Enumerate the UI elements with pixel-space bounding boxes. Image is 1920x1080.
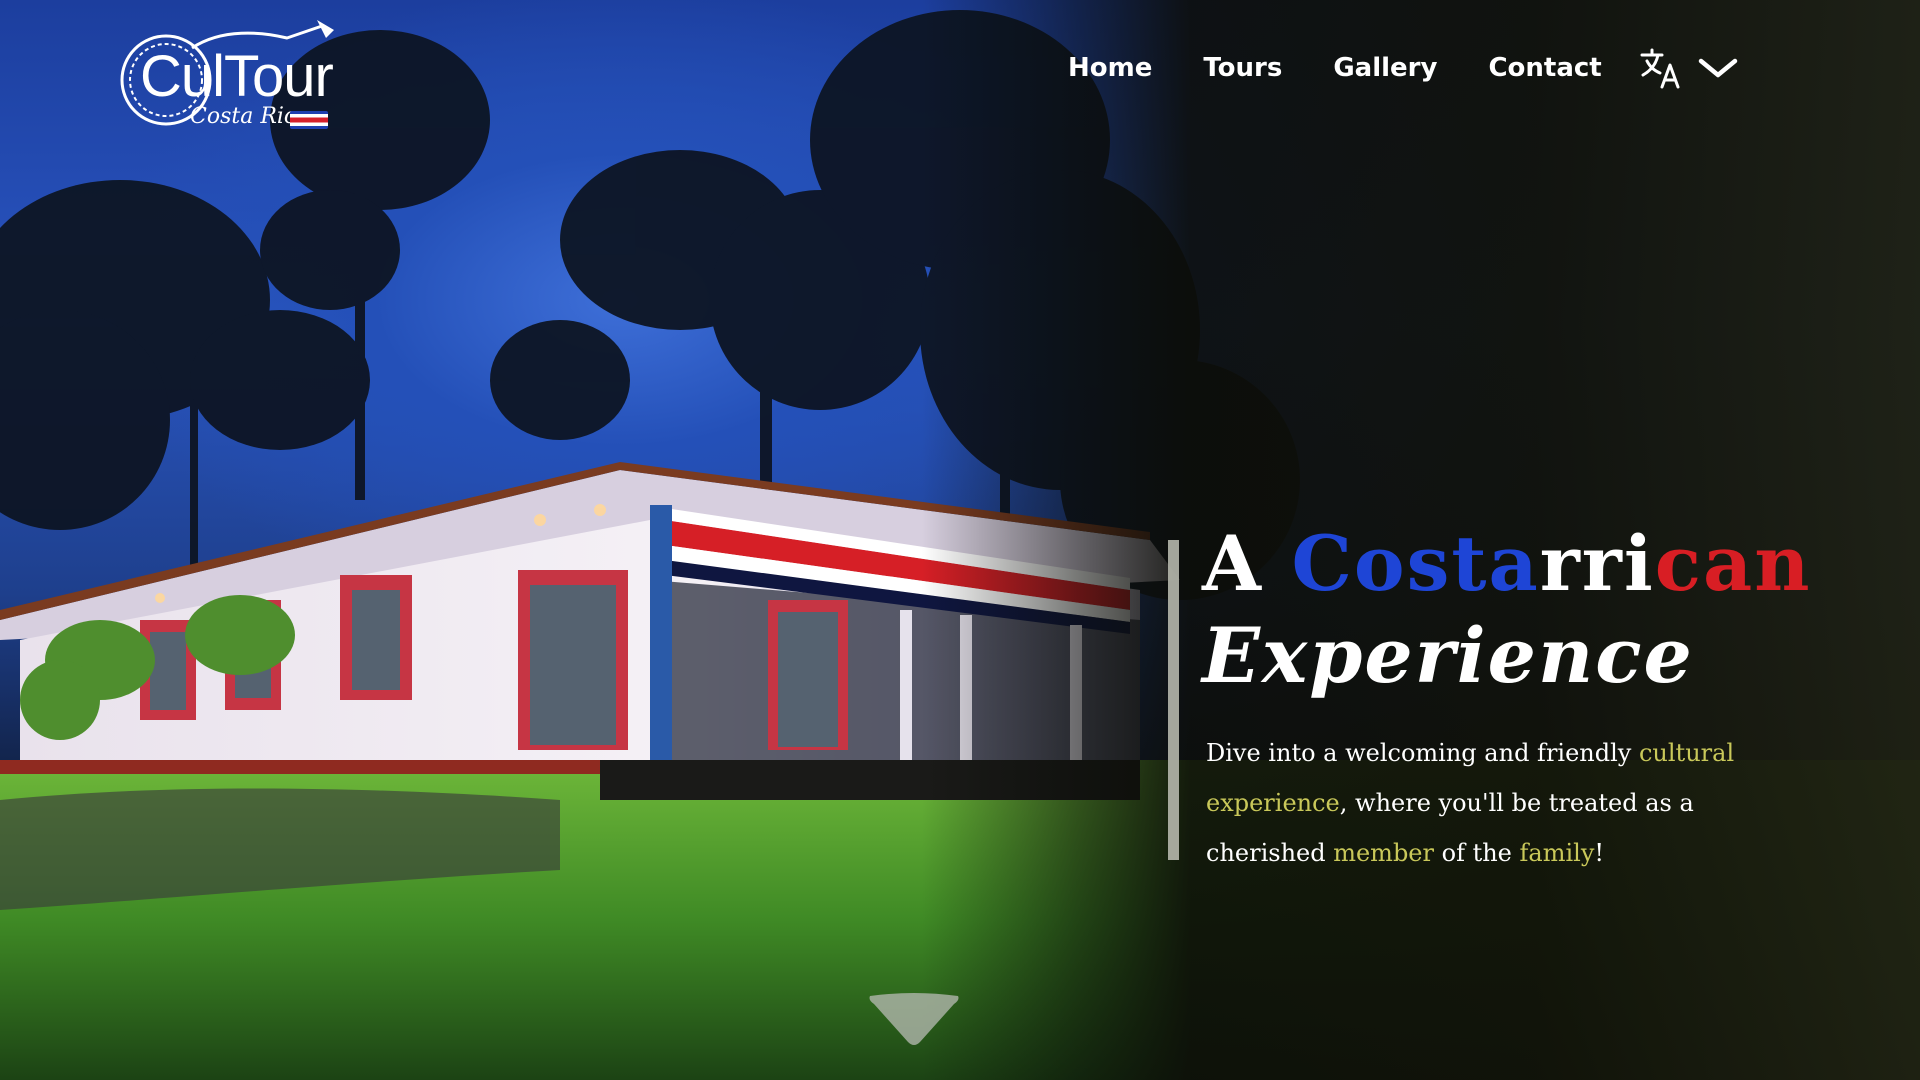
scroll-down-button[interactable] bbox=[864, 990, 964, 1050]
logo-wordmark: CulTour bbox=[140, 44, 334, 109]
tagline-highlight-member: member bbox=[1333, 839, 1434, 867]
tagline-highlight-family: family bbox=[1519, 839, 1595, 867]
headline-accent-bar bbox=[1168, 540, 1179, 860]
translate-icon bbox=[1640, 48, 1680, 89]
hero-tagline: Dive into a welcoming and friendly cultu… bbox=[1206, 728, 1746, 878]
headline-costa: Costa bbox=[1291, 519, 1540, 608]
tagline-text-1: Dive into a welcoming and friendly bbox=[1206, 739, 1639, 767]
tagline-text-3: of the bbox=[1433, 839, 1520, 867]
language-selector[interactable] bbox=[1638, 44, 1744, 92]
costa-rica-flag-icon bbox=[290, 111, 328, 129]
headline-word-a: A bbox=[1202, 519, 1263, 608]
headline-rri: rri bbox=[1539, 519, 1655, 608]
nav-contact[interactable]: Contact bbox=[1488, 53, 1601, 83]
hero-headline: A Costarrican Experience bbox=[1202, 518, 1902, 702]
nav-home[interactable]: Home bbox=[1068, 53, 1152, 83]
chevron-down-icon bbox=[1698, 58, 1738, 78]
tagline-text-4: ! bbox=[1594, 839, 1605, 867]
triangle-down-icon bbox=[869, 993, 959, 1045]
site-logo[interactable]: CulTour Costa Rica bbox=[112, 18, 342, 138]
headline-experience: Experience bbox=[1202, 611, 1694, 700]
nav-tours[interactable]: Tours bbox=[1203, 53, 1282, 83]
nav-gallery[interactable]: Gallery bbox=[1333, 53, 1437, 83]
headline-can: can bbox=[1654, 519, 1812, 608]
main-navigation: Home Tours Gallery Contact bbox=[1068, 48, 1653, 88]
